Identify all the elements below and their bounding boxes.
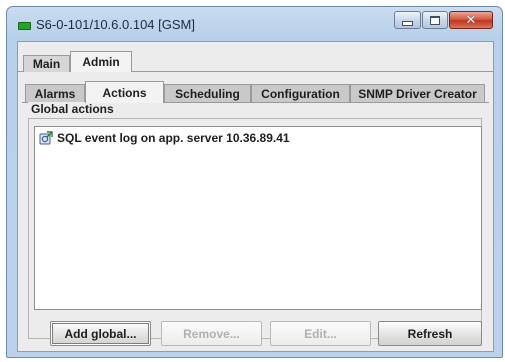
tab-scheduling[interactable]: Scheduling <box>164 84 251 102</box>
list-item-label: SQL event log on app. server 10.36.89.41 <box>57 131 290 145</box>
list-item[interactable]: SQL event log on app. server 10.36.89.41 <box>39 131 290 145</box>
maximize-button[interactable] <box>422 11 448 29</box>
window-title: S6-0-101/10.6.0.104 [GSM] <box>36 17 195 32</box>
minimize-icon <box>402 20 413 26</box>
window: S6-0-101/10.6.0.104 [GSM] ✕ Main Admin A… <box>6 6 503 358</box>
tab-main[interactable]: Main <box>23 55 70 72</box>
action-icon <box>39 131 53 145</box>
remove-button[interactable]: Remove... <box>161 321 262 346</box>
tab-alarms[interactable]: Alarms <box>25 84 85 102</box>
title-bar[interactable]: S6-0-101/10.6.0.104 [GSM] ✕ <box>7 7 502 41</box>
global-actions-list[interactable]: SQL event log on app. server 10.36.89.41 <box>34 126 482 310</box>
minimize-button[interactable] <box>394 11 421 29</box>
tab-snmp-driver-creator[interactable]: SNMP Driver Creator <box>350 84 485 102</box>
status-icon <box>18 22 31 30</box>
refresh-button[interactable]: Refresh <box>378 321 482 346</box>
tab-admin[interactable]: Admin <box>70 51 132 72</box>
add-global-button[interactable]: Add global... <box>50 321 151 346</box>
maximize-icon <box>430 15 440 25</box>
group-title: Global actions <box>28 102 117 116</box>
tab-configuration[interactable]: Configuration <box>251 84 350 102</box>
close-icon: ✕ <box>465 12 477 28</box>
tab-actions[interactable]: Actions <box>85 81 164 103</box>
client-area: Main Admin Alarms Actions Scheduling Con… <box>17 41 494 352</box>
edit-button[interactable]: Edit... <box>270 321 371 346</box>
close-button[interactable]: ✕ <box>449 11 493 29</box>
